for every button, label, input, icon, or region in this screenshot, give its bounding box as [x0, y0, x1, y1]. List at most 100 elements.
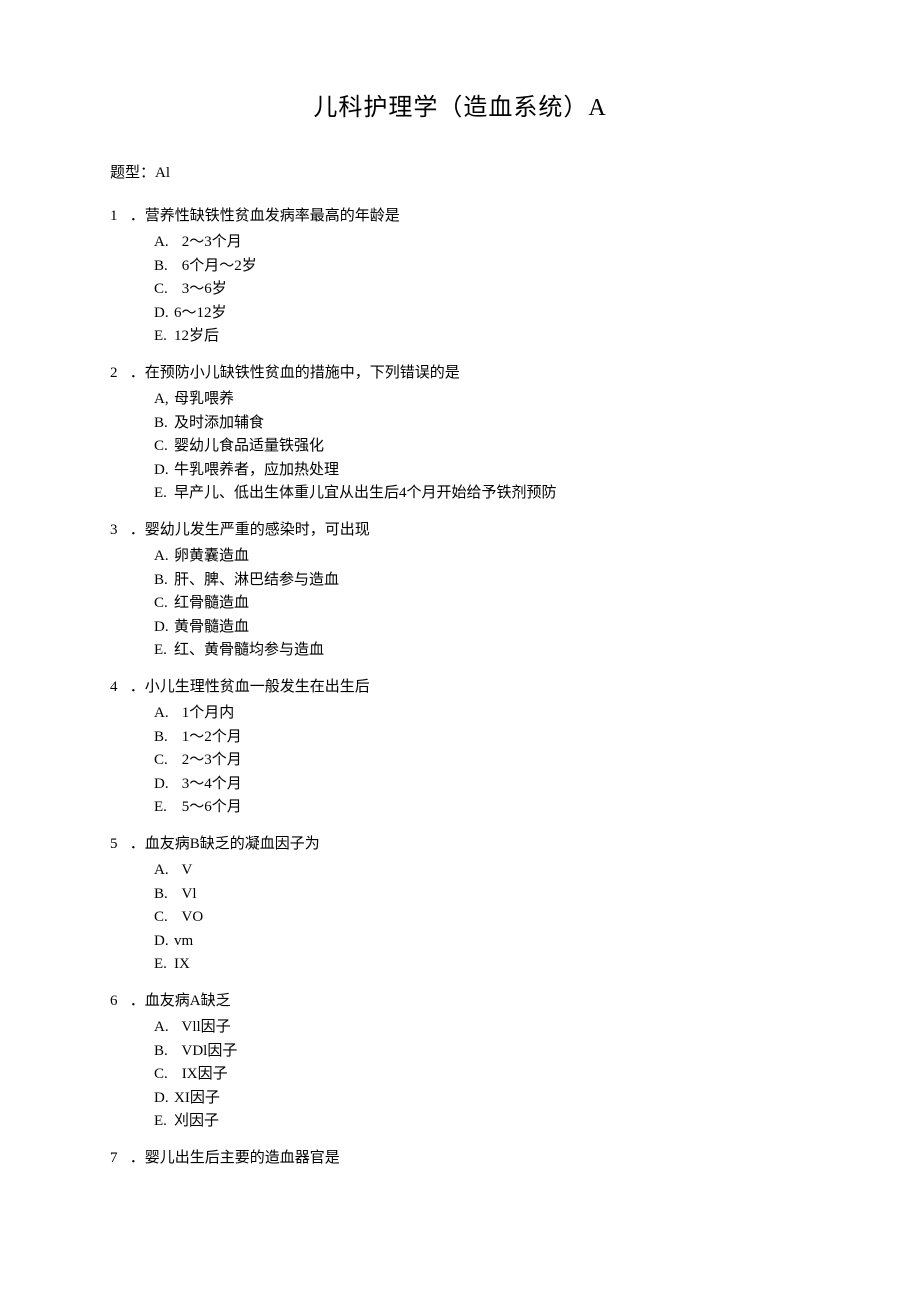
option: A,母乳喂养	[154, 388, 810, 411]
option-text: IX	[174, 956, 190, 972]
option-letter: D.	[154, 773, 178, 796]
option-letter: C.	[154, 906, 178, 929]
option-text: 6～12岁	[174, 305, 227, 321]
options-list: A. 2～3个月B. 6个月～2岁C. 3～6岁 D.6～12岁E.12岁后	[110, 231, 810, 348]
option-text: 黄骨髓造血	[174, 619, 249, 635]
option-letter: E.	[154, 639, 174, 662]
question-stem: 7 ．婴儿出生后主要的造血器官是	[110, 1147, 810, 1170]
question-stem: 4 ．小儿生理性贫血一般发生在出生后	[110, 676, 810, 699]
options-list: A,母乳喂养B.及时添加辅食C.婴幼儿食品适量铁强化D.牛乳喂养者，应加热处理E…	[110, 388, 810, 505]
option-text: 2～3个月	[182, 234, 242, 250]
option-letter: C.	[154, 278, 178, 301]
option-letter: C.	[154, 749, 178, 772]
question-number: 1	[110, 205, 126, 228]
question: 7 ．婴儿出生后主要的造血器官是	[110, 1147, 810, 1170]
option: B. VDl因子	[154, 1040, 810, 1063]
option-letter: E.	[154, 325, 174, 348]
option-text: 6个月～2岁	[182, 258, 257, 274]
option: A. V	[154, 859, 810, 882]
option-text: 红、黄骨髓均参与造血	[174, 642, 324, 658]
question-stem: 5 ．血友病B缺乏的凝血因子为	[110, 833, 810, 856]
option: E.红、黄骨髓均参与造血	[154, 639, 810, 662]
option-letter: A.	[154, 859, 178, 882]
option-text: 5～6个月	[182, 799, 242, 815]
question-text: ．婴幼儿发生严重的感染时，可出现	[126, 522, 370, 538]
option-letter: B.	[154, 255, 178, 278]
question-stem: 6 ．血友病A缺乏	[110, 990, 810, 1013]
option-text: V	[181, 862, 192, 878]
option: D.vm	[154, 930, 810, 953]
question-number: 5	[110, 833, 126, 856]
option: D.XI因子	[154, 1087, 810, 1110]
option-text: 肝、脾、淋巴结参与造血	[174, 572, 339, 588]
option-letter: E.	[154, 1110, 174, 1133]
page-title: 儿科护理学（造血系统）A	[110, 90, 810, 126]
option-letter: A.	[154, 1016, 178, 1039]
question: 3 ．婴幼儿发生严重的感染时，可出现A.卵黄囊造血B.肝、脾、淋巴结参与造血C.…	[110, 519, 810, 662]
option: D.6～12岁	[154, 302, 810, 325]
options-list: A. Vll因子B. VDl因子C. IX因子D.XI因子E.刈因子	[110, 1016, 810, 1133]
option-text: IX因子	[182, 1066, 228, 1082]
option-text: 3～4个月	[182, 776, 242, 792]
option: C. 2～3个月	[154, 749, 810, 772]
option-text: 早产儿、低出生体重儿宜从出生后4个月开始给予铁剂预防	[174, 485, 557, 501]
option-text: 卵黄囊造血	[174, 548, 249, 564]
option-text: VDl因子	[181, 1043, 237, 1059]
option: E.早产儿、低出生体重儿宜从出生后4个月开始给予铁剂预防	[154, 482, 810, 505]
question-text: ．小儿生理性贫血一般发生在出生后	[126, 679, 370, 695]
option: D.黄骨髓造血	[154, 616, 810, 639]
option: C. IX因子	[154, 1063, 810, 1086]
question-text: ．婴儿出生后主要的造血器官是	[126, 1150, 340, 1166]
option-text: 12岁后	[174, 328, 219, 344]
question-text: ．在预防小儿缺铁性贫血的措施中，下列错误的是	[126, 365, 460, 381]
option: D. 3～4个月	[154, 773, 810, 796]
option: B. 6个月～2岁	[154, 255, 810, 278]
option-text: 牛乳喂养者，应加热处理	[174, 462, 339, 478]
option: B.肝、脾、淋巴结参与造血	[154, 569, 810, 592]
option-text: 1～2个月	[182, 729, 242, 745]
option-letter: A.	[154, 702, 178, 725]
option: B. 1～2个月	[154, 726, 810, 749]
option: C.婴幼儿食品适量铁强化	[154, 435, 810, 458]
question-stem: 3 ．婴幼儿发生严重的感染时，可出现	[110, 519, 810, 542]
question-number: 2	[110, 362, 126, 385]
option-text: 及时添加辅食	[174, 415, 264, 431]
option: A. 2～3个月	[154, 231, 810, 254]
option-letter: D.	[154, 302, 174, 325]
option: E.IX	[154, 953, 810, 976]
option-letter: E.	[154, 796, 178, 819]
option-text: 婴幼儿食品适量铁强化	[174, 438, 324, 454]
option-text: 刈因子	[174, 1113, 219, 1129]
option-letter: D.	[154, 616, 174, 639]
option-letter: C.	[154, 592, 174, 615]
question-type-label: 题型：Al	[110, 162, 810, 185]
option-letter: E.	[154, 953, 174, 976]
option-letter: A,	[154, 388, 174, 411]
question: 1 ．营养性缺铁性贫血发病率最高的年龄是 A. 2～3个月B. 6个月～2岁C. …	[110, 205, 810, 348]
option: B. Vl	[154, 883, 810, 906]
question-stem: 2 ．在预防小儿缺铁性贫血的措施中，下列错误的是	[110, 362, 810, 385]
question-number: 4	[110, 676, 126, 699]
options-list: A. 1个月内B. 1～2个月C. 2～3个月D. 3～4个月E. 5～6个月	[110, 702, 810, 819]
option: A.卵黄囊造血	[154, 545, 810, 568]
option-letter: A.	[154, 545, 174, 568]
option-letter: B.	[154, 569, 174, 592]
question-text: ．血友病A缺乏	[126, 993, 231, 1009]
option: C.红骨髓造血	[154, 592, 810, 615]
option-text: Vl	[181, 886, 196, 902]
option-letter: D.	[154, 459, 174, 482]
option-text: 3～6岁	[182, 281, 227, 297]
option-letter: C.	[154, 1063, 178, 1086]
question-number: 6	[110, 990, 126, 1013]
question-stem: 1 ．营养性缺铁性贫血发病率最高的年龄是	[110, 205, 810, 228]
question: 2 ．在预防小儿缺铁性贫血的措施中，下列错误的是 A,母乳喂养B.及时添加辅食 C.…	[110, 362, 810, 505]
option-letter: B.	[154, 412, 174, 435]
option: D.牛乳喂养者，应加热处理	[154, 459, 810, 482]
option-text: 2～3个月	[182, 752, 242, 768]
option-text: Vll因子	[181, 1019, 230, 1035]
question: 6 ．血友病A缺乏A. Vll因子B. VDl因子C. IX因子D.XI因子E.…	[110, 990, 810, 1133]
option-text: XI因子	[174, 1090, 220, 1106]
option-letter: B.	[154, 883, 178, 906]
option-letter: D.	[154, 930, 174, 953]
question-number: 3	[110, 519, 126, 542]
